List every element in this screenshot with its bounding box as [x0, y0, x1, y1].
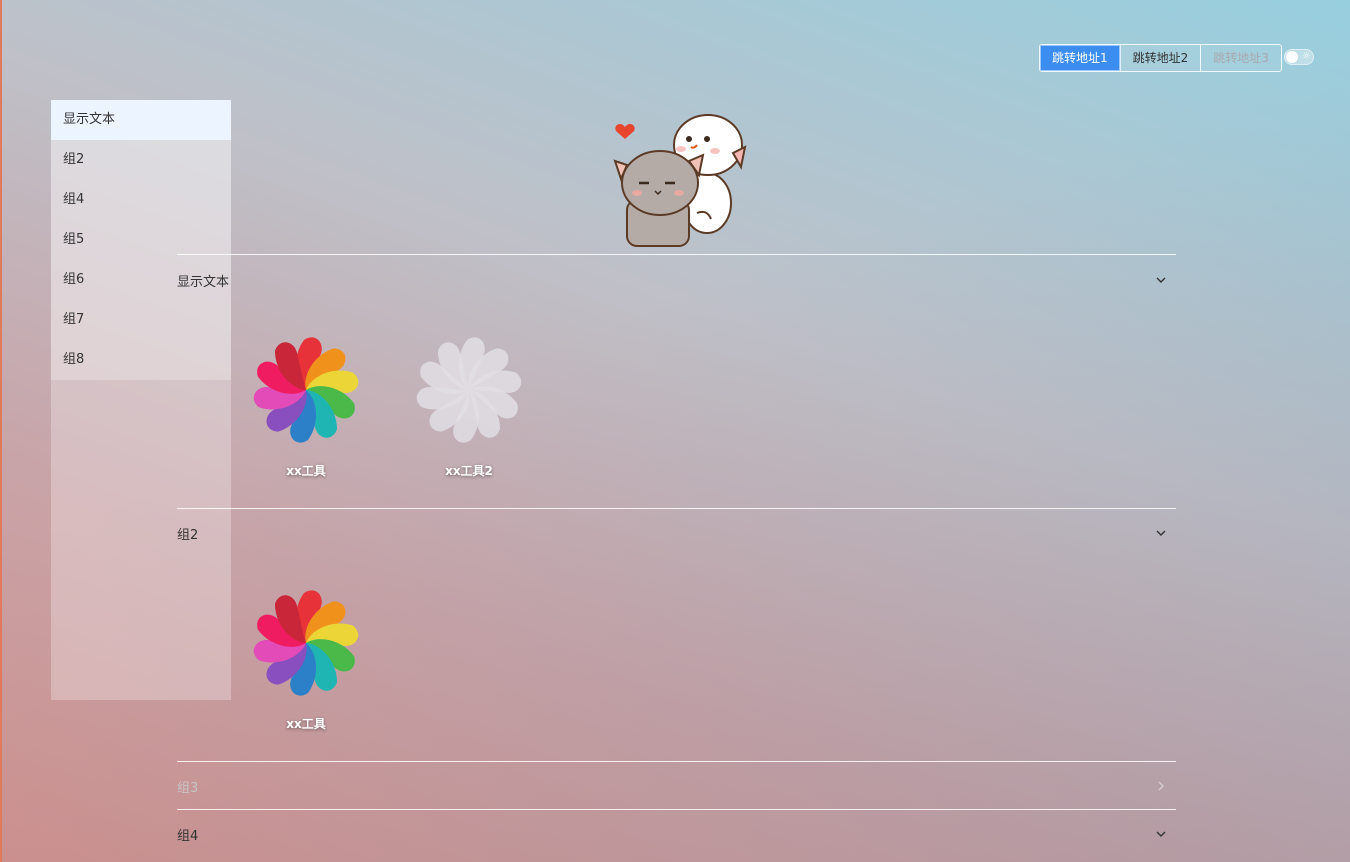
- toggle-knob: [1286, 51, 1298, 63]
- sidebar-item-group7[interactable]: 组7: [51, 300, 231, 340]
- section-divider: [177, 508, 1176, 509]
- pinwheel-icon: [253, 337, 359, 443]
- sidebar: 显示文本 组2 组4 组5 组6 组7 组8: [51, 100, 231, 700]
- sidebar-item-display-text[interactable]: 显示文本: [51, 100, 231, 140]
- chevron-down-icon[interactable]: [1154, 827, 1168, 841]
- section-divider: [177, 809, 1176, 810]
- sidebar-item-group2[interactable]: 组2: [51, 140, 231, 180]
- tool-label: xx工具2: [445, 464, 493, 478]
- tool-label: xx工具: [286, 464, 326, 478]
- section-title-group3[interactable]: 组3: [177, 777, 198, 796]
- pinwheel-icon: [416, 337, 522, 443]
- nav-link-3-button[interactable]: 跳转地址3: [1201, 45, 1281, 71]
- chevron-down-icon[interactable]: [1154, 273, 1168, 287]
- chevron-down-icon[interactable]: [1154, 526, 1168, 540]
- nav-segmented-control: 跳转地址1 跳转地址2 跳转地址3: [1039, 44, 1282, 72]
- section-title-group4[interactable]: 组4: [177, 825, 198, 844]
- section-title-display-text[interactable]: 显示文本: [177, 271, 229, 290]
- nav-link-1-button[interactable]: 跳转地址1: [1040, 45, 1121, 71]
- tool-card[interactable]: xx工具2: [399, 330, 539, 479]
- sidebar-item-group8[interactable]: 组8: [51, 340, 231, 380]
- nav-link-2-button[interactable]: 跳转地址2: [1120, 45, 1202, 71]
- theme-toggle[interactable]: ☼: [1284, 49, 1314, 65]
- window-edge: [0, 0, 2, 862]
- chevron-right-icon[interactable]: [1154, 779, 1168, 793]
- tool-card[interactable]: xx工具: [236, 583, 376, 732]
- section-divider: [177, 254, 1176, 255]
- tool-label: xx工具: [286, 717, 326, 731]
- sidebar-item-group4[interactable]: 组4: [51, 180, 231, 220]
- sun-icon: ☼: [1302, 51, 1311, 62]
- cat-mascot-illustration: [613, 114, 747, 247]
- section-divider: [177, 761, 1176, 762]
- section-title-group2[interactable]: 组2: [177, 524, 198, 543]
- pinwheel-icon: [253, 590, 359, 696]
- tool-card[interactable]: xx工具: [236, 330, 376, 479]
